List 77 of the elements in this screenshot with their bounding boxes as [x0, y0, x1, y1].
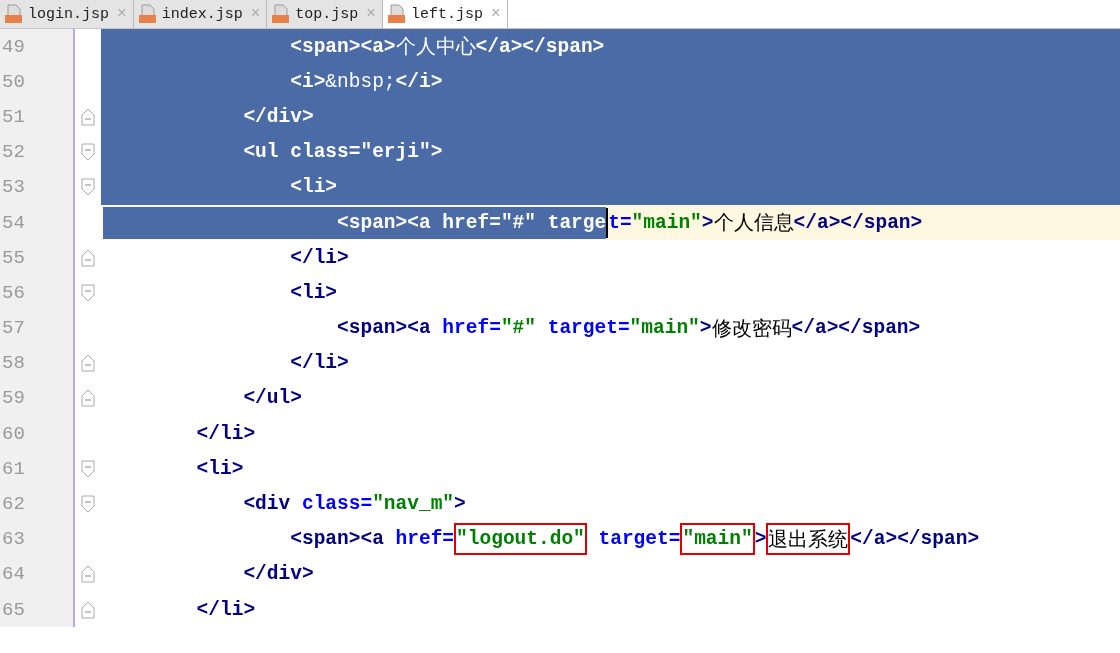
code-token: </a></span> [791, 316, 921, 342]
tab-label: top.jsp [295, 5, 359, 23]
code-token: > [454, 492, 466, 518]
fold-marker-icon[interactable] [80, 495, 96, 514]
fold-marker-icon[interactable] [80, 354, 96, 373]
code-token: "nav_m" [372, 492, 455, 518]
code-token: target= [597, 527, 681, 553]
code-token: </ul> [242, 386, 302, 412]
line-number: 58 [0, 345, 75, 381]
code-token: > [699, 316, 712, 342]
line-number: 50 [0, 64, 75, 100]
code-token: </li> [289, 351, 349, 377]
line-number: 64 [0, 556, 75, 592]
fold-marker-icon[interactable] [80, 248, 96, 267]
line-number: 56 [0, 275, 75, 311]
line-number: 49 [0, 29, 75, 65]
code-token: > [701, 210, 714, 236]
jsp-file-icon [137, 4, 158, 24]
code-token: <span><a [103, 206, 431, 239]
code-token: </li> [195, 597, 256, 623]
line-number: 65 [0, 592, 75, 628]
highlight-box: 退出系统 [766, 523, 851, 556]
file-tab[interactable]: top.jsp × [267, 0, 383, 28]
fold-marker-icon[interactable] [80, 389, 96, 408]
line-number: 60 [0, 416, 75, 452]
highlight-box: "main" [680, 523, 755, 556]
line-number: 59 [0, 380, 75, 417]
code-token: t= [608, 210, 632, 236]
code-token: class= [300, 492, 373, 518]
fold-marker-icon[interactable] [80, 565, 96, 584]
code-token: </a></span> [793, 210, 923, 236]
code-token: href= [394, 527, 455, 553]
code-token: "#" [500, 206, 536, 239]
code-token: </div> [242, 562, 314, 588]
line-number: 57 [0, 310, 75, 346]
fold-marker-icon[interactable] [80, 178, 96, 197]
code-token: <span><a [289, 527, 384, 553]
jsp-file-icon [386, 4, 407, 24]
fold-marker-icon[interactable] [80, 107, 96, 126]
line-number: 52 [0, 134, 75, 170]
jsp-file-icon [4, 4, 24, 24]
code-token: href= [430, 206, 501, 239]
line-number: 62 [0, 486, 75, 522]
code-token: <li> [195, 456, 244, 482]
file-tab[interactable]: login.jsp × [0, 0, 134, 28]
tab-label: login.jsp [28, 5, 109, 23]
line-number: 54 [0, 204, 75, 241]
tab-label: left.jsp [410, 5, 483, 23]
code-token: </li> [289, 245, 349, 271]
code-token: "#" [500, 316, 536, 342]
line-number: 51 [0, 99, 75, 135]
code-token: targe [536, 206, 607, 239]
fold-marker-icon[interactable] [80, 459, 96, 478]
tab-label: index.jsp [161, 5, 243, 23]
code-token: <span><a [336, 316, 431, 342]
fold-marker-icon[interactable] [80, 283, 96, 302]
text-cursor [606, 207, 609, 238]
code-token: <li> [289, 280, 338, 306]
fold-marker-icon[interactable] [80, 143, 96, 162]
code-token: <div [242, 492, 291, 518]
file-tab[interactable]: index.jsp × [133, 0, 268, 28]
code-token: > [754, 527, 767, 553]
highlight-box: "logout.do" [454, 523, 587, 556]
code-token: </li> [195, 421, 256, 447]
line-number: 53 [0, 169, 75, 205]
fold-marker-icon[interactable] [80, 600, 96, 619]
code-token: href= [441, 316, 501, 342]
line-number: 63 [0, 521, 75, 557]
code-token: 修改密码 [711, 317, 792, 343]
jsp-file-icon [271, 4, 292, 24]
code-token: "main" [631, 210, 702, 236]
line-number: 61 [0, 451, 75, 487]
code-token: </a></span> [850, 527, 980, 553]
code-token: 个人信息 [713, 211, 794, 238]
code-token: "main" [629, 316, 700, 342]
line-number: 55 [0, 240, 75, 276]
code-token: target= [546, 316, 630, 342]
